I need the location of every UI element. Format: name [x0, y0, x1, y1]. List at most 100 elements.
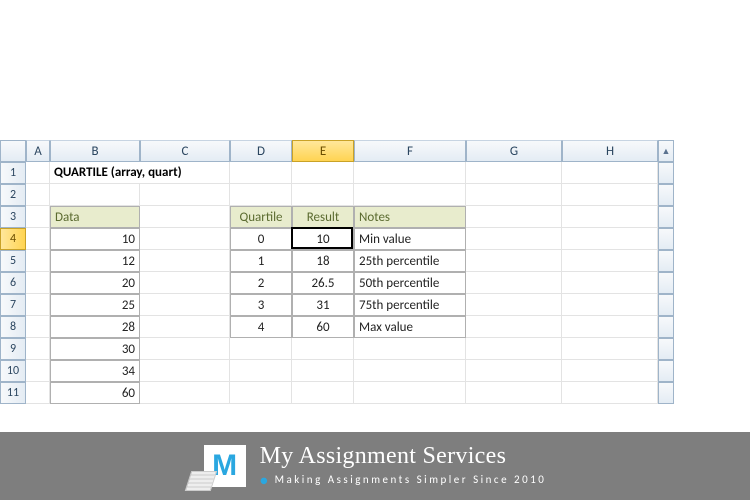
cell[interactable] [140, 360, 230, 382]
cell[interactable] [562, 184, 658, 206]
cell[interactable] [466, 184, 562, 206]
result-value[interactable]: 26.5 [292, 272, 354, 294]
row-header[interactable]: 9 [0, 338, 26, 360]
cell[interactable] [140, 184, 230, 206]
cell[interactable] [292, 184, 354, 206]
cell[interactable] [26, 294, 50, 316]
cell[interactable] [140, 316, 230, 338]
data-value[interactable]: 10 [50, 228, 140, 250]
cell[interactable] [140, 206, 230, 228]
cell[interactable] [292, 360, 354, 382]
quartile-header[interactable]: Quartile [230, 206, 292, 228]
scrollbar-track[interactable] [658, 382, 674, 404]
cell[interactable] [140, 294, 230, 316]
cell[interactable] [230, 360, 292, 382]
cell[interactable] [140, 272, 230, 294]
cell[interactable] [26, 162, 50, 184]
result-value[interactable]: 60 [292, 316, 354, 338]
cell[interactable] [140, 250, 230, 272]
cell[interactable] [466, 338, 562, 360]
scrollbar-track[interactable] [658, 228, 674, 250]
cell[interactable] [354, 338, 466, 360]
notes-value[interactable]: 75th percentile [354, 294, 466, 316]
col-header-E[interactable]: E [292, 140, 354, 162]
row-header[interactable]: 10 [0, 360, 26, 382]
row-header[interactable]: 5 [0, 250, 26, 272]
data-value[interactable]: 20 [50, 272, 140, 294]
cell[interactable] [50, 184, 140, 206]
cell[interactable] [230, 382, 292, 404]
col-header-G[interactable]: G [466, 140, 562, 162]
cell[interactable] [466, 360, 562, 382]
data-value[interactable]: 30 [50, 338, 140, 360]
notes-value[interactable]: 25th percentile [354, 250, 466, 272]
col-header-D[interactable]: D [230, 140, 292, 162]
cell[interactable] [562, 272, 658, 294]
cell[interactable] [292, 338, 354, 360]
result-value[interactable]: 10 [292, 228, 354, 250]
col-header-A[interactable]: A [26, 140, 50, 162]
notes-value[interactable]: Min value [354, 228, 466, 250]
cell[interactable] [466, 206, 562, 228]
scrollbar-track[interactable] [658, 162, 674, 184]
quartile-value[interactable]: 3 [230, 294, 292, 316]
quartile-value[interactable]: 0 [230, 228, 292, 250]
data-value[interactable]: 25 [50, 294, 140, 316]
row-header[interactable]: 7 [0, 294, 26, 316]
cell[interactable] [562, 250, 658, 272]
data-value[interactable]: 12 [50, 250, 140, 272]
data-value[interactable]: 28 [50, 316, 140, 338]
quartile-value[interactable]: 1 [230, 250, 292, 272]
result-header[interactable]: Result [292, 206, 354, 228]
scrollbar-track[interactable] [658, 316, 674, 338]
cell[interactable] [26, 316, 50, 338]
quartile-value[interactable]: 4 [230, 316, 292, 338]
col-header-F[interactable]: F [354, 140, 466, 162]
cell[interactable] [26, 360, 50, 382]
cell[interactable] [562, 360, 658, 382]
cell[interactable] [26, 250, 50, 272]
notes-value[interactable]: 50th percentile [354, 272, 466, 294]
scrollbar-track[interactable] [658, 184, 674, 206]
cell[interactable] [230, 184, 292, 206]
cell[interactable] [26, 184, 50, 206]
cell[interactable] [354, 360, 466, 382]
row-header[interactable]: 2 [0, 184, 26, 206]
row-header[interactable]: 8 [0, 316, 26, 338]
cell[interactable] [26, 382, 50, 404]
select-all-corner[interactable] [0, 140, 26, 162]
row-header[interactable]: 6 [0, 272, 26, 294]
cell[interactable] [354, 184, 466, 206]
cell[interactable] [26, 206, 50, 228]
col-header-C[interactable]: C [140, 140, 230, 162]
cell[interactable] [292, 382, 354, 404]
cell[interactable] [140, 228, 230, 250]
scrollbar-track[interactable] [658, 206, 674, 228]
cell[interactable] [26, 272, 50, 294]
scrollbar-track[interactable] [658, 250, 674, 272]
grid[interactable]: A B C D E F G H ▲ 1 QUARTILE (array, qua… [0, 140, 750, 404]
row-header[interactable]: 1 [0, 162, 26, 184]
cell[interactable] [466, 382, 562, 404]
scrollbar-track[interactable] [658, 272, 674, 294]
cell[interactable] [292, 162, 354, 184]
cell[interactable] [26, 338, 50, 360]
result-value[interactable]: 31 [292, 294, 354, 316]
cell[interactable] [354, 382, 466, 404]
cell[interactable] [562, 228, 658, 250]
cell[interactable] [466, 162, 562, 184]
cell[interactable] [354, 162, 466, 184]
cell[interactable] [562, 206, 658, 228]
cell[interactable] [466, 228, 562, 250]
data-value[interactable]: 34 [50, 360, 140, 382]
row-header[interactable]: 11 [0, 382, 26, 404]
cell[interactable] [562, 316, 658, 338]
scrollbar-track[interactable] [658, 338, 674, 360]
cell[interactable] [466, 272, 562, 294]
scrollbar-track[interactable] [658, 360, 674, 382]
notes-value[interactable]: Max value [354, 316, 466, 338]
data-value[interactable]: 60 [50, 382, 140, 404]
cell[interactable] [562, 294, 658, 316]
col-header-H[interactable]: H [562, 140, 658, 162]
cell[interactable] [230, 162, 292, 184]
